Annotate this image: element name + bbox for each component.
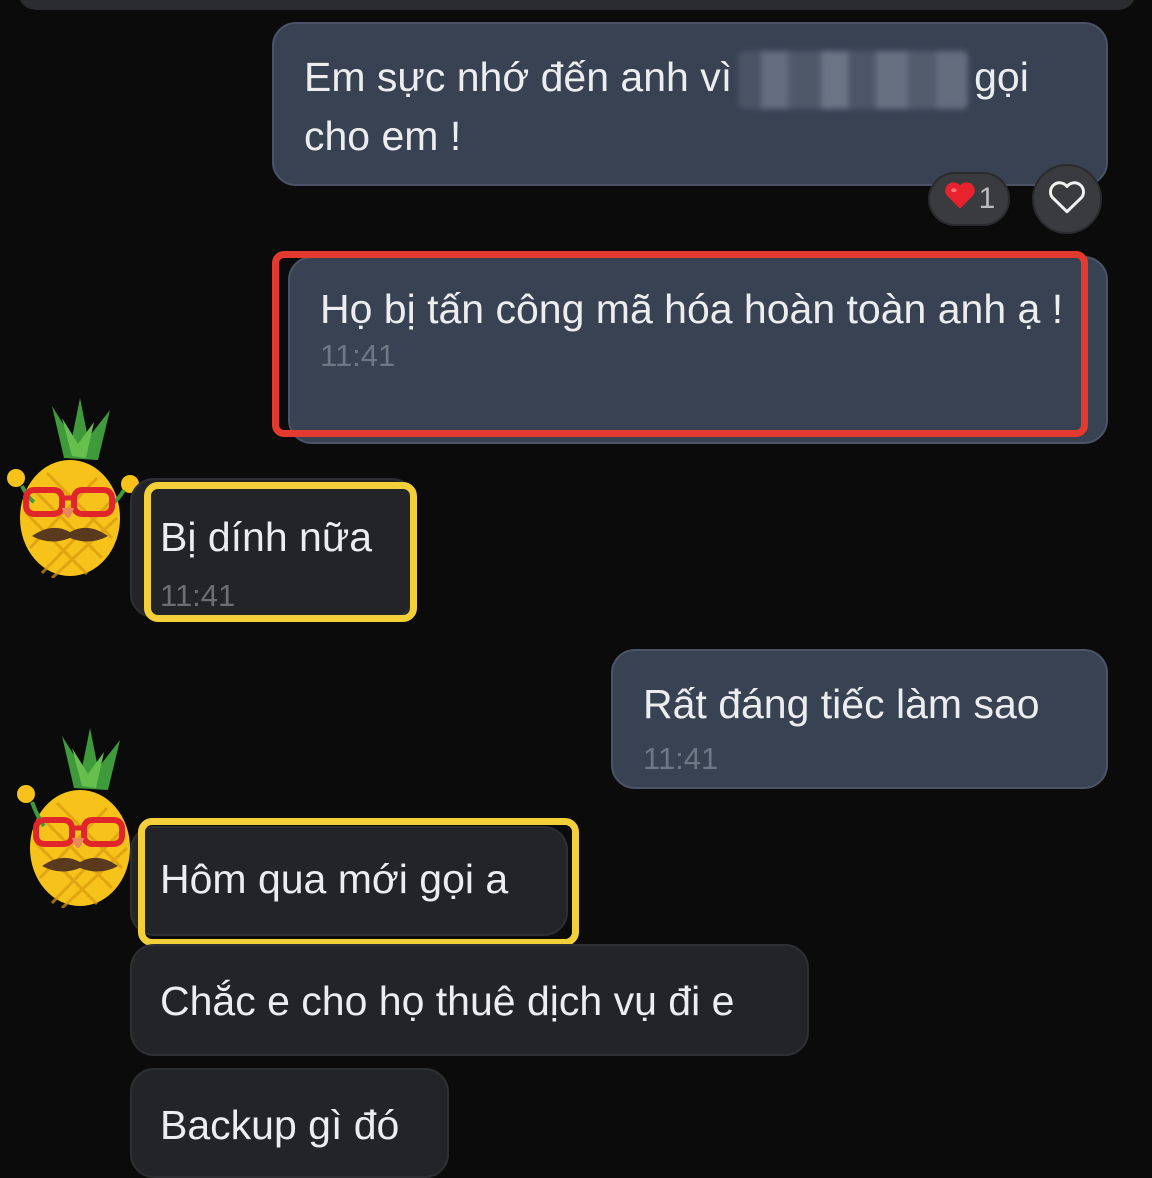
reaction-count: 1	[978, 182, 996, 215]
message-incoming-4[interactable]: Backup gì đó	[130, 1068, 449, 1178]
previous-message-edge	[18, 0, 1136, 10]
red-highlight-box	[272, 251, 1088, 437]
message-outgoing-1[interactable]: Em sực nhớ đến anh vì gọi cho em !	[272, 22, 1108, 186]
pineapple-avatar-icon[interactable]	[2, 398, 142, 580]
message-text-part: Em sực nhớ đến anh vì	[304, 54, 733, 100]
yellow-highlight-box	[144, 482, 417, 622]
redacted-text	[738, 51, 969, 110]
reaction-pill[interactable]: 1	[928, 172, 1010, 226]
like-button[interactable]	[1032, 164, 1102, 234]
message-text: Backup gì đó	[160, 1102, 400, 1148]
message-text: Chắc e cho họ thuê dịch vụ đi e	[160, 978, 735, 1024]
message-time: 11:41	[643, 741, 719, 776]
message-outgoing-3[interactable]: Rất đáng tiếc làm sao 11:41	[611, 649, 1108, 789]
message-incoming-3[interactable]: Chắc e cho họ thuê dịch vụ đi e	[130, 944, 809, 1056]
message-text: Rất đáng tiếc làm sao	[643, 681, 1040, 727]
heart-icon	[943, 180, 977, 218]
yellow-highlight-box	[138, 818, 579, 946]
heart-outline-icon	[1047, 179, 1087, 220]
